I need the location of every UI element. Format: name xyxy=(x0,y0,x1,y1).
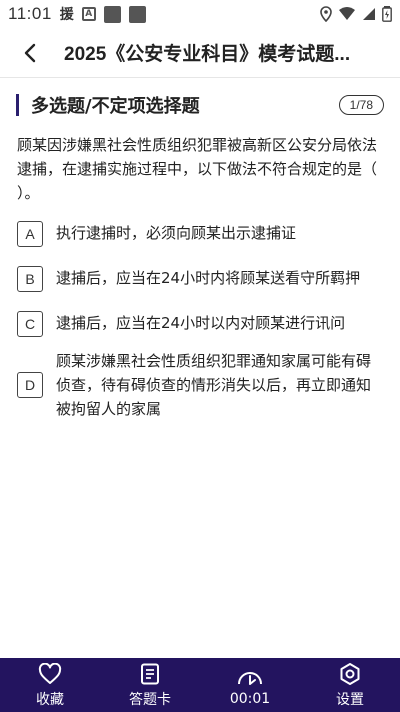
option-a[interactable]: A 执行逮捕时，必须向顾某出示逮捕证 xyxy=(17,221,383,247)
question-stem: 顾某因涉嫌黑社会性质组织犯罪被高新区公安分局依法逮捕，在逮捕实施过程中，以下做法… xyxy=(17,136,378,202)
back-button[interactable] xyxy=(8,28,52,78)
question-type-row: 多选题/不定项选择题 1/78 xyxy=(16,92,384,118)
status-bar: 11:01 援 A xyxy=(0,0,400,28)
tab-timer[interactable]: 00:01 xyxy=(200,658,300,712)
option-text: 逮捕后，应当在24小时内将顾某送看守所羁押 xyxy=(56,269,361,287)
option-letter-box: A xyxy=(17,221,43,247)
option-b[interactable]: B 逮捕后，应当在24小时内将顾某送看守所羁押 xyxy=(17,266,383,292)
tab-label: 收藏 xyxy=(36,691,64,708)
wifi-icon xyxy=(339,7,355,20)
option-text: 顾某涉嫌黑社会性质组织犯罪通知家属可能有碍侦查，待有碍侦查的情形消失以后，再立即… xyxy=(56,352,372,418)
settings-icon xyxy=(338,662,362,686)
chevron-left-icon xyxy=(24,43,36,62)
tab-label: 答题卡 xyxy=(129,691,171,708)
status-left: 11:01 援 A xyxy=(8,4,146,24)
status-time: 11:01 xyxy=(8,4,52,23)
option-d[interactable]: D 顾某涉嫌黑社会性质组织犯罪通知家属可能有碍侦查，待有碍侦查的情形消失以后，再… xyxy=(17,349,383,421)
option-letter-box: D xyxy=(17,372,43,398)
option-text: 执行逮捕时，必须向顾某出示逮捕证 xyxy=(56,224,297,242)
timer-label: 00:01 xyxy=(229,690,271,707)
location-icon xyxy=(320,6,332,22)
status-right xyxy=(320,6,392,22)
bottom-toolbar: 收藏 答题卡 00:01 设置 xyxy=(0,658,400,712)
option-letter-box: C xyxy=(17,311,43,337)
question-type-label: 多选题/不定项选择题 xyxy=(31,96,200,117)
option-text: 逮捕后，应当在24小时以内对顾某进行讯问 xyxy=(56,314,346,332)
heart-icon xyxy=(38,662,62,686)
notification-square-icon xyxy=(103,5,121,23)
timer-icon xyxy=(237,664,263,688)
answer-card-icon xyxy=(140,662,160,686)
notification-square-icon-2 xyxy=(128,5,146,23)
battery-icon xyxy=(382,6,392,22)
app-header: 2025《公安专业科目》模考试题... xyxy=(0,28,400,78)
question-progress-badge: 1/78 xyxy=(338,95,384,115)
notification-app-icon: 援 xyxy=(59,7,74,23)
notification-a-icon: A xyxy=(81,7,96,21)
question-type-accent-bar xyxy=(16,94,19,116)
tab-settings[interactable]: 设置 xyxy=(300,658,400,712)
tab-favorite[interactable]: 收藏 xyxy=(0,658,100,712)
signal-icon xyxy=(363,8,375,20)
tab-answer-card[interactable]: 答题卡 xyxy=(100,658,200,712)
option-letter-box: B xyxy=(17,266,43,292)
page-title: 2025《公安专业科目》模考试题... xyxy=(64,44,351,65)
tab-label: 设置 xyxy=(336,691,364,708)
option-c[interactable]: C 逮捕后，应当在24小时以内对顾某进行讯问 xyxy=(17,311,383,337)
